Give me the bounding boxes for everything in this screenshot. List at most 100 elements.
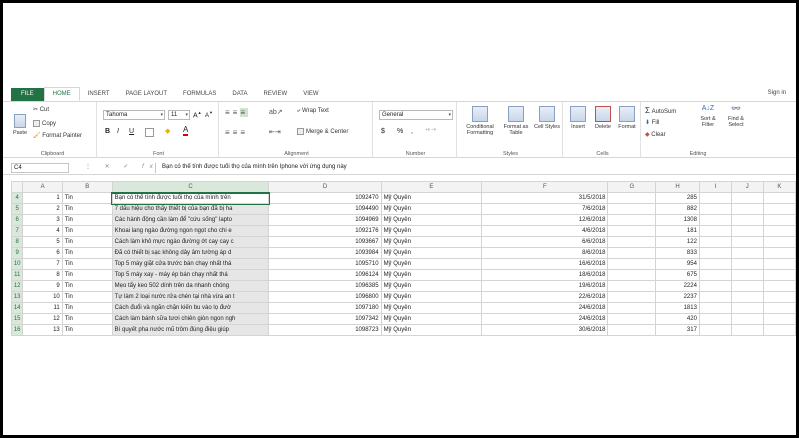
- cell-i[interactable]: [698, 225, 732, 237]
- column-header-j[interactable]: J: [730, 181, 764, 193]
- cell-d[interactable]: 1096800: [268, 291, 382, 303]
- cell-i[interactable]: [698, 313, 732, 325]
- cell-g[interactable]: [607, 247, 657, 259]
- paste-button[interactable]: Paste: [11, 114, 29, 136]
- fill-button[interactable]: ⬇ Fill: [645, 119, 659, 126]
- cell-h[interactable]: 1308: [655, 214, 700, 226]
- cell-d[interactable]: 1094969: [268, 214, 382, 226]
- column-header-e[interactable]: E: [380, 181, 483, 193]
- cell-k[interactable]: [762, 324, 796, 336]
- cell-g[interactable]: [607, 236, 657, 248]
- cell-b[interactable]: Tin: [61, 192, 113, 204]
- cell-c[interactable]: Tự làm 2 loại nước rửa chén tại nhà vừa …: [111, 291, 270, 303]
- cell-i[interactable]: [698, 291, 732, 303]
- cell-k[interactable]: [762, 225, 796, 237]
- autosum-button[interactable]: Σ AutoSum: [645, 106, 676, 115]
- tab-formulas[interactable]: FORMULAS: [175, 88, 224, 101]
- cell-e[interactable]: Mỹ Quyên: [380, 203, 483, 215]
- cell-f[interactable]: 19/6/2018: [481, 280, 609, 292]
- sort-filter-button[interactable]: A↓Z Sort & Filter: [695, 105, 721, 128]
- cell-g[interactable]: [607, 280, 657, 292]
- cell-f[interactable]: 18/6/2018: [481, 269, 609, 281]
- cell-j[interactable]: [730, 258, 764, 270]
- cell-g[interactable]: [607, 291, 657, 303]
- comma-button[interactable]: ,: [411, 128, 413, 135]
- cell-b[interactable]: Tin: [61, 291, 113, 303]
- cell-a[interactable]: 3: [22, 214, 63, 226]
- cell-e[interactable]: Mỹ Quyên: [380, 258, 483, 270]
- tab-review[interactable]: REVIEW: [256, 88, 296, 101]
- cell-f[interactable]: 8/6/2018: [481, 247, 609, 259]
- tab-page-layout[interactable]: PAGE LAYOUT: [118, 88, 175, 101]
- select-all-corner[interactable]: [10, 181, 24, 193]
- cell-f[interactable]: 6/6/2018: [481, 236, 609, 248]
- formula-bar-icons[interactable]: ⋮ ✕ ✓ fx: [85, 163, 159, 170]
- cell-d[interactable]: 1096385: [268, 280, 382, 292]
- cell-a[interactable]: 8: [22, 269, 63, 281]
- cell-g[interactable]: [607, 269, 657, 281]
- underline-button[interactable]: U: [129, 128, 134, 135]
- cell-i[interactable]: [698, 247, 732, 259]
- cell-d[interactable]: 1092470: [268, 192, 382, 204]
- cell-d[interactable]: 1097180: [268, 302, 382, 314]
- row-header[interactable]: 14: [10, 302, 24, 314]
- row-header[interactable]: 4: [10, 192, 24, 204]
- cell-g[interactable]: [607, 302, 657, 314]
- cell-c[interactable]: Khoai lang ngào đường ngon ngọt cho chi …: [111, 225, 270, 237]
- tab-insert[interactable]: INSERT: [80, 88, 118, 101]
- number-format-select[interactable]: General: [379, 110, 453, 120]
- cell-a[interactable]: 7: [22, 258, 63, 270]
- cell-c[interactable]: 7 dấu hiệu cho thấy thiết bị của bạn đã …: [111, 203, 270, 215]
- cell-k[interactable]: [762, 313, 796, 325]
- cell-e[interactable]: Mỹ Quyên: [380, 280, 483, 292]
- cell-k[interactable]: [762, 258, 796, 270]
- cell-i[interactable]: [698, 192, 732, 204]
- cell-f[interactable]: 24/6/2018: [481, 313, 609, 325]
- cell-k[interactable]: [762, 214, 796, 226]
- row-header[interactable]: 8: [10, 236, 24, 248]
- format-painter-button[interactable]: 🖌 Format Painter: [33, 132, 82, 139]
- cell-e[interactable]: Mỹ Quyên: [380, 247, 483, 259]
- cell-d[interactable]: 1095710: [268, 258, 382, 270]
- cell-j[interactable]: [730, 324, 764, 336]
- cell-styles-button[interactable]: Cell Styles: [533, 106, 561, 130]
- cell-a[interactable]: 4: [22, 225, 63, 237]
- cell-i[interactable]: [698, 269, 732, 281]
- cell-f[interactable]: 24/6/2018: [481, 302, 609, 314]
- font-color-icon[interactable]: A: [183, 126, 189, 136]
- column-header-g[interactable]: G: [607, 181, 657, 193]
- column-header-f[interactable]: F: [481, 181, 609, 193]
- cell-h[interactable]: 675: [655, 269, 700, 281]
- row-header[interactable]: 9: [10, 247, 24, 259]
- cell-h[interactable]: 285: [655, 192, 700, 204]
- cell-f[interactable]: 4/6/2018: [481, 225, 609, 237]
- column-header-d[interactable]: D: [268, 181, 382, 193]
- cell-h[interactable]: 317: [655, 324, 700, 336]
- conditional-formatting-button[interactable]: Conditional Formatting: [461, 106, 499, 136]
- cell-c[interactable]: Top 5 máy xay - máy ép bán chạy nhất thá: [111, 269, 270, 281]
- cell-b[interactable]: Tin: [61, 203, 113, 215]
- cell-g[interactable]: [607, 258, 657, 270]
- cell-h[interactable]: 420: [655, 313, 700, 325]
- cell-h[interactable]: 1813: [655, 302, 700, 314]
- cell-e[interactable]: Mỹ Quyên: [380, 236, 483, 248]
- cell-f[interactable]: 30/6/2018: [481, 324, 609, 336]
- orientation-icon[interactable]: ab↗: [269, 108, 283, 116]
- row-header[interactable]: 15: [10, 313, 24, 325]
- cell-h[interactable]: 2224: [655, 280, 700, 292]
- cell-b[interactable]: Tin: [61, 269, 113, 281]
- cell-a[interactable]: 5: [22, 236, 63, 248]
- cell-c[interactable]: Cách làm bánh sữa tươi chiên giòn ngon n…: [111, 313, 270, 325]
- cell-c[interactable]: Các hành động cần làm để "cứu sống" lapt…: [111, 214, 270, 226]
- cell-k[interactable]: [762, 302, 796, 314]
- column-header-h[interactable]: H: [655, 181, 700, 193]
- cell-k[interactable]: [762, 203, 796, 215]
- formula-input[interactable]: Bạn có thể tính được tuổi thọ của mình t…: [155, 163, 785, 173]
- copy-button[interactable]: Copy: [33, 120, 56, 127]
- cell-i[interactable]: [698, 214, 732, 226]
- cell-j[interactable]: [730, 192, 764, 204]
- format-as-table-button[interactable]: Format as Table: [501, 106, 531, 136]
- cell-k[interactable]: [762, 247, 796, 259]
- shrink-font-button[interactable]: A▼: [205, 110, 213, 119]
- name-box[interactable]: C4: [11, 163, 69, 173]
